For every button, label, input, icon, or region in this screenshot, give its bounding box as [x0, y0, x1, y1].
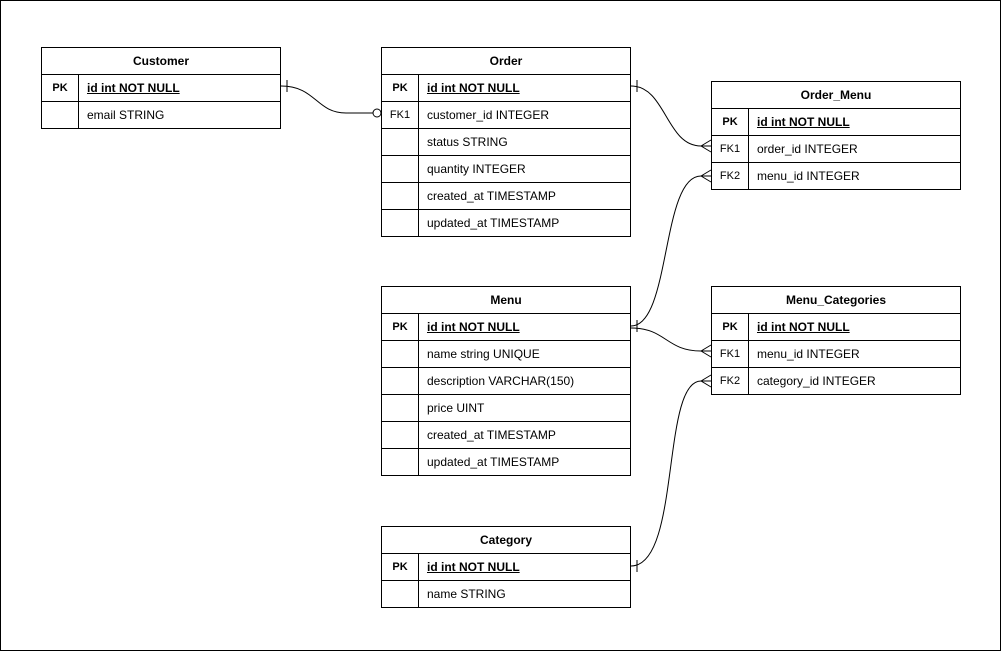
entity-order-menu: Order_Menu PK id int NOT NULL FK1 order_… — [711, 81, 961, 190]
field-cell: id int NOT NULL — [749, 109, 960, 135]
key-cell: FK1 — [712, 136, 749, 162]
entity-row: status STRING — [382, 129, 630, 156]
entity-row: created_at TIMESTAMP — [382, 422, 630, 449]
key-cell: FK2 — [712, 368, 749, 394]
entity-row: PK id int NOT NULL — [42, 75, 280, 102]
field-cell: id int NOT NULL — [419, 314, 630, 340]
er-diagram-canvas: Customer PK id int NOT NULL email STRING… — [0, 0, 1001, 651]
field-cell: menu_id INTEGER — [749, 341, 960, 367]
key-cell — [382, 183, 419, 209]
field-cell: id int NOT NULL — [749, 314, 960, 340]
key-cell — [382, 422, 419, 448]
entity-row: updated_at TIMESTAMP — [382, 449, 630, 475]
entity-category: Category PK id int NOT NULL name STRING — [381, 526, 631, 608]
entity-menu: Menu PK id int NOT NULL name string UNIQ… — [381, 286, 631, 476]
entity-title: Customer — [42, 48, 280, 75]
field-cell: email STRING — [79, 102, 280, 128]
key-cell — [382, 341, 419, 367]
entity-row: created_at TIMESTAMP — [382, 183, 630, 210]
field-cell: updated_at TIMESTAMP — [419, 210, 630, 236]
field-cell: description VARCHAR(150) — [419, 368, 630, 394]
field-cell: menu_id INTEGER — [749, 163, 960, 189]
entity-row: FK1 order_id INTEGER — [712, 136, 960, 163]
entity-row: description VARCHAR(150) — [382, 368, 630, 395]
key-cell — [382, 368, 419, 394]
key-cell: PK — [712, 109, 749, 135]
entity-row: updated_at TIMESTAMP — [382, 210, 630, 236]
entity-row: FK2 menu_id INTEGER — [712, 163, 960, 189]
field-cell: id int NOT NULL — [419, 75, 630, 101]
field-cell: updated_at TIMESTAMP — [419, 449, 630, 475]
entity-order: Order PK id int NOT NULL FK1 customer_id… — [381, 47, 631, 237]
key-cell — [382, 581, 419, 607]
key-cell: PK — [712, 314, 749, 340]
key-cell: FK1 — [382, 102, 419, 128]
key-cell: FK2 — [712, 163, 749, 189]
entity-row: quantity INTEGER — [382, 156, 630, 183]
field-cell: order_id INTEGER — [749, 136, 960, 162]
field-cell: id int NOT NULL — [419, 554, 630, 580]
entity-title: Menu — [382, 287, 630, 314]
field-cell: created_at TIMESTAMP — [419, 422, 630, 448]
key-cell: PK — [382, 75, 419, 101]
key-cell: PK — [42, 75, 79, 101]
key-cell: PK — [382, 314, 419, 340]
field-cell: status STRING — [419, 129, 630, 155]
entity-row: name string UNIQUE — [382, 341, 630, 368]
field-cell: name string UNIQUE — [419, 341, 630, 367]
entity-row: FK1 customer_id INTEGER — [382, 102, 630, 129]
entity-row: PK id int NOT NULL — [382, 554, 630, 581]
entity-row: FK2 category_id INTEGER — [712, 368, 960, 394]
key-cell — [382, 395, 419, 421]
entity-row: price UINT — [382, 395, 630, 422]
entity-row: PK id int NOT NULL — [382, 75, 630, 102]
entity-row: PK id int NOT NULL — [712, 109, 960, 136]
entity-row: PK id int NOT NULL — [712, 314, 960, 341]
field-cell: id int NOT NULL — [79, 75, 280, 101]
entity-title: Order_Menu — [712, 82, 960, 109]
field-cell: quantity INTEGER — [419, 156, 630, 182]
field-cell: price UINT — [419, 395, 630, 421]
entity-row: email STRING — [42, 102, 280, 128]
entity-title: Menu_Categories — [712, 287, 960, 314]
key-cell — [382, 449, 419, 475]
key-cell — [382, 156, 419, 182]
entity-title: Order — [382, 48, 630, 75]
key-cell — [382, 129, 419, 155]
entity-row: name STRING — [382, 581, 630, 607]
field-cell: category_id INTEGER — [749, 368, 960, 394]
field-cell: name STRING — [419, 581, 630, 607]
field-cell: customer_id INTEGER — [419, 102, 630, 128]
entity-row: PK id int NOT NULL — [382, 314, 630, 341]
entity-menu-categories: Menu_Categories PK id int NOT NULL FK1 m… — [711, 286, 961, 395]
entity-title: Category — [382, 527, 630, 554]
entity-customer: Customer PK id int NOT NULL email STRING — [41, 47, 281, 129]
entity-row: FK1 menu_id INTEGER — [712, 341, 960, 368]
key-cell — [382, 210, 419, 236]
key-cell — [42, 102, 79, 128]
key-cell: PK — [382, 554, 419, 580]
field-cell: created_at TIMESTAMP — [419, 183, 630, 209]
key-cell: FK1 — [712, 341, 749, 367]
